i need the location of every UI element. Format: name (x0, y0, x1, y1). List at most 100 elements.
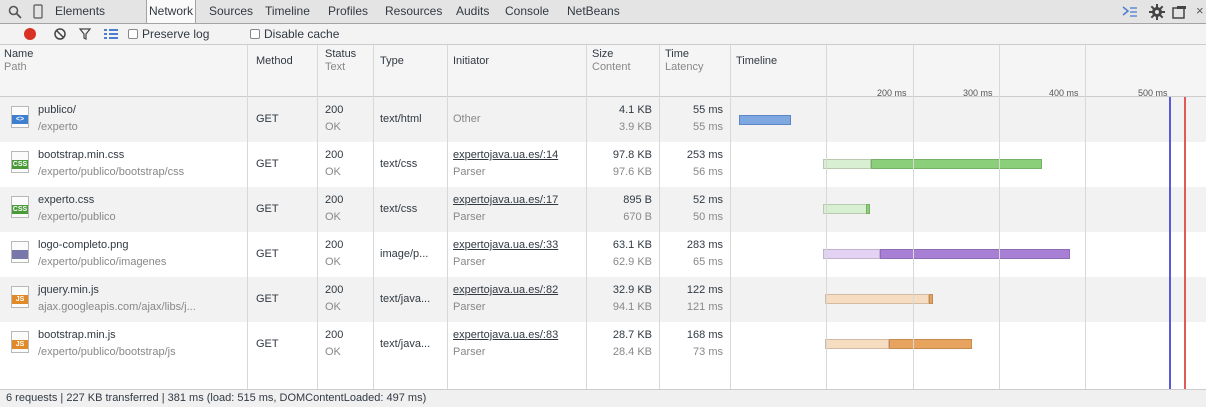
request-time: 55 ms (693, 104, 723, 116)
close-icon[interactable]: × (1196, 3, 1204, 18)
timeline-bar[interactable] (823, 249, 880, 259)
request-row[interactable]: JS jquery.min.js ajax.googleapis.com/ajax/… (0, 277, 1206, 322)
column-header-status[interactable]: Status Text (325, 48, 356, 74)
initiator-link[interactable]: expertojava.ua.es/:82 (453, 284, 558, 296)
request-method: GET (256, 338, 279, 350)
status-text: OK (325, 301, 341, 313)
timeline-tick-label: 200 ms (877, 88, 907, 98)
preserve-log-checkbox[interactable] (128, 29, 138, 39)
initiator-link[interactable]: expertojava.ua.es/:17 (453, 194, 558, 206)
request-name[interactable]: bootstrap.min.js (38, 329, 116, 341)
column-header-type[interactable]: Type (380, 55, 404, 68)
console-drawer-icon[interactable] (1122, 6, 1138, 18)
list-view-icon[interactable] (104, 28, 118, 40)
clear-icon[interactable] (54, 28, 66, 40)
column-header-timeline[interactable]: Timeline (736, 55, 777, 68)
timeline-tick-label: 500 ms (1138, 88, 1168, 98)
content-size: 28.4 KB (612, 346, 652, 358)
request-type: text/html (380, 113, 422, 125)
timeline-bar[interactable] (929, 294, 933, 304)
column-divider (373, 45, 374, 389)
column-divider (247, 45, 248, 389)
tab-console[interactable]: Console (505, 0, 549, 23)
tab-network[interactable]: Network (146, 0, 197, 23)
initiator-type: Parser (453, 256, 486, 268)
status-code: 200 (325, 194, 344, 206)
search-icon[interactable] (8, 5, 22, 19)
transfer-size: 895 B (623, 194, 652, 206)
request-path: /experto/publico/imagenes (38, 256, 167, 268)
status-code: 200 (325, 239, 344, 251)
column-divider (317, 45, 318, 389)
request-latency: 50 ms (693, 211, 723, 223)
column-header-size[interactable]: Size Content (592, 48, 631, 74)
request-row[interactable]: CSS experto.css/experto/publico GET 200 OK te… (0, 187, 1206, 232)
request-method: GET (256, 113, 279, 125)
disable-cache-checkbox[interactable] (250, 29, 260, 39)
column-header-initiator[interactable]: Initiator (453, 55, 489, 68)
file-type-tag: JS (12, 295, 28, 304)
tab-elements[interactable]: Elements (55, 0, 105, 23)
request-time: 253 ms (686, 149, 723, 161)
tab-audits[interactable]: Audits (456, 0, 489, 23)
status-code: 200 (325, 329, 344, 341)
tab-timeline[interactable]: Timeline (265, 0, 310, 23)
tab-sources[interactable]: Sources (209, 0, 253, 23)
column-header-method[interactable]: Method (256, 55, 293, 68)
request-type: text/css (380, 158, 418, 170)
request-name[interactable]: bootstrap.min.css (38, 149, 124, 161)
status-code: 200 (325, 284, 344, 296)
file-type-tag (12, 250, 28, 259)
timeline-bar[interactable] (871, 159, 1042, 169)
request-type: image/p... (380, 248, 429, 260)
request-row[interactable]: logo-completo.png/experto/publico/imagen… (0, 232, 1206, 277)
device-mode-icon[interactable] (33, 4, 43, 19)
timeline-bar[interactable] (823, 159, 871, 169)
request-row[interactable]: JS bootstrap.min.js/experto/publico/boots… (0, 322, 1206, 367)
status-text: OK (325, 166, 341, 178)
column-divider (586, 45, 587, 389)
js-file-icon: JS (11, 286, 29, 308)
timeline-gridline (1085, 45, 1086, 389)
devtools-tab-bar: Elements Network Sources Timeline Profil… (0, 0, 1206, 24)
tab-netbeans[interactable]: NetBeans (567, 0, 620, 23)
gear-icon[interactable] (1149, 4, 1165, 20)
column-divider (447, 45, 448, 389)
content-size: 3.9 KB (618, 121, 652, 133)
request-path: /experto/publico/bootstrap/css (38, 166, 185, 178)
status-text: OK (325, 346, 341, 358)
preserve-log-label: Preserve log (142, 27, 210, 41)
network-summary-status-bar: 6 requests | 227 KB transferred | 381 ms… (0, 389, 1206, 407)
timeline-bar[interactable] (739, 115, 791, 125)
timeline-gridline (826, 45, 827, 389)
timeline-bar[interactable] (823, 204, 869, 214)
column-header-time[interactable]: Time Latency (665, 48, 704, 74)
timeline-bar[interactable] (825, 339, 889, 349)
record-icon[interactable] (24, 28, 36, 40)
js-file-icon: JS (11, 331, 29, 353)
filter-icon[interactable] (79, 28, 91, 40)
initiator-link[interactable]: expertojava.ua.es/:14 (453, 149, 558, 161)
initiator-link: Other (453, 113, 481, 125)
tab-profiles[interactable]: Profiles (328, 0, 368, 23)
request-row[interactable]: <> publico/ /experto GET 200 OK text/html Other… (0, 97, 1206, 142)
initiator-link[interactable]: expertojava.ua.es/:33 (453, 239, 558, 251)
css-file-icon: CSS (11, 196, 29, 218)
request-name[interactable]: jquery.min.js (38, 284, 99, 296)
request-name[interactable]: experto.css (38, 194, 94, 206)
initiator-link[interactable]: expertojava.ua.es/:83 (453, 329, 558, 341)
column-header-name[interactable]: Name Path (4, 48, 33, 74)
tab-resources[interactable]: Resources (385, 0, 442, 23)
timeline-bar[interactable] (889, 339, 972, 349)
initiator-type: Parser (453, 211, 486, 223)
dock-side-icon[interactable] (1172, 5, 1190, 19)
timeline-bar[interactable] (880, 249, 1070, 259)
timeline-bar[interactable] (866, 204, 870, 214)
request-latency: 65 ms (693, 256, 723, 268)
request-latency: 121 ms (686, 301, 723, 313)
request-name[interactable]: publico/ (38, 104, 76, 116)
content-size: 670 B (623, 211, 652, 223)
request-row[interactable]: CSS bootstrap.min.css/experto/publico/boo… (0, 142, 1206, 187)
request-path: /experto (38, 121, 78, 133)
request-name[interactable]: logo-completo.png (38, 239, 129, 251)
